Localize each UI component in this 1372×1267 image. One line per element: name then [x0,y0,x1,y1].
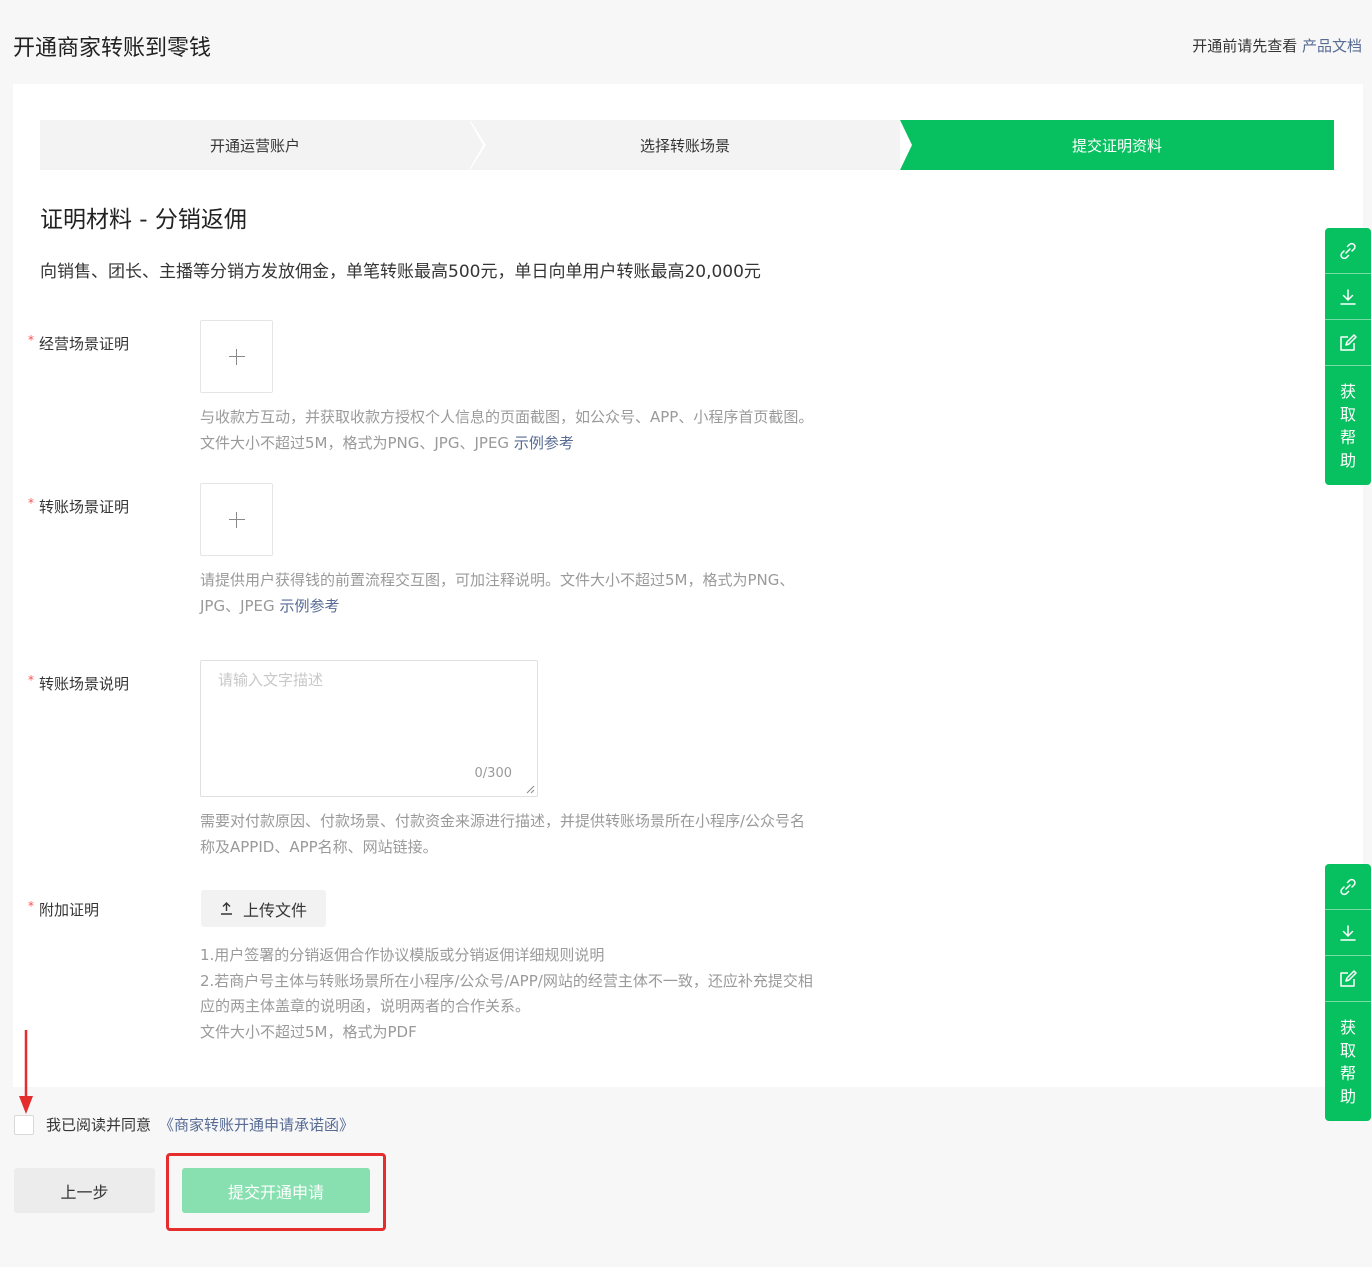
get-help-button[interactable]: 获 取 帮 助 [1325,1002,1371,1121]
share-link-button[interactable] [1325,228,1371,274]
get-help-button[interactable]: 获 取 帮 助 [1325,366,1371,485]
extra-proof-hint: 1.用户签署的分销返佣合作协议模版或分销返佣详细规则说明 2.若商户号主体与转账… [200,943,820,1045]
annotation-arrow-icon [19,1030,33,1114]
floating-help-bar: 获 取 帮 助 [1325,228,1371,485]
submit-application-button[interactable]: 提交开通申请 [182,1168,370,1213]
transfer-proof-hint: 请提供用户获得钱的前置流程交互图，可加注释说明。文件大小不超过5M，格式为PNG… [200,571,795,615]
required-mark: * [28,899,34,913]
page-title: 开通商家转账到零钱 [13,36,212,61]
upload-file-button[interactable]: 上传文件 [201,890,326,927]
agreement-text: 我已阅读并同意 [46,1116,152,1134]
section-title: 证明材料 - 分销返佣 [40,207,247,233]
hint-line: 2.若商户号主体与转账场景所在小程序/公众号/APP/网站的经营主体不一致，还应… [200,971,813,1016]
char-counter: 0/300 [474,766,512,781]
step-open-account: 开通运营账户 [40,120,486,170]
example-link[interactable]: 示例参考 [514,434,574,452]
download-icon [1340,288,1356,305]
download-button[interactable] [1325,910,1371,956]
feedback-button[interactable] [1325,320,1371,366]
product-doc-link[interactable]: 产品文档 [1302,37,1362,55]
hint-line: 文件大小不超过5M，格式为PDF [200,1022,417,1041]
section-description: 向销售、团长、主播等分销方发放佣金，单笔转账最高500元，单日向单用户转账最高2… [40,262,761,282]
step-label: 提交证明资料 [1071,136,1162,155]
edit-icon [1340,333,1357,351]
agreement-link[interactable]: 《商家转账开通申请承诺函》 [159,1114,354,1135]
plus-icon [228,511,245,528]
extra-proof-label: * 附加证明 [28,899,100,919]
doc-hint-text: 开通前请先查看 [1192,37,1298,55]
step-label: 开通运营账户 [209,136,300,155]
step-progress: 开通运营账户 选择转账场景 提交证明资料 [40,120,1334,170]
required-mark: * [28,496,34,510]
business-proof-label: * 经营场景证明 [28,333,130,353]
step-label: 选择转账场景 [639,136,730,155]
plus-icon [228,348,245,365]
floating-help-bar-secondary: 获 取 帮 助 [1325,864,1371,1121]
example-link[interactable]: 示例参考 [279,597,339,615]
link-icon [1340,878,1356,895]
feedback-button[interactable] [1325,956,1371,1002]
resize-handle-icon[interactable] [526,785,535,794]
business-proof-upload[interactable] [200,320,273,393]
prev-step-button[interactable]: 上一步 [14,1168,155,1213]
transfer-proof-upload[interactable] [200,483,273,556]
required-mark: * [28,673,34,687]
download-icon [1340,924,1356,941]
step-submit-proof: 提交证明资料 [900,120,1334,170]
edit-icon [1340,969,1357,987]
transfer-desc-label: * 转账场景说明 [28,673,130,693]
transfer-desc-box: 0/300 [200,660,538,797]
upload-icon [220,902,232,915]
transfer-desc-hint: 需要对付款原因、付款场景、付款资金来源进行描述，并提供转账场景所在小程序/公众号… [200,812,806,856]
download-button[interactable] [1325,274,1371,320]
step-select-scene: 选择转账场景 [470,120,900,170]
agreement-row: 我已阅读并同意 《商家转账开通申请承诺函》 [14,1114,354,1135]
link-icon [1340,242,1356,259]
required-mark: * [28,333,34,347]
agreement-checkbox[interactable] [14,1114,34,1135]
doc-hint: 开通前请先查看 产品文档 [1192,35,1362,56]
transfer-proof-label: * 转账场景证明 [28,496,130,516]
share-link-button[interactable] [1325,864,1371,910]
hint-line: 1.用户签署的分销返佣合作协议模版或分销返佣详细规则说明 [200,946,605,964]
business-proof-hint: 与收款方互动，并获取收款方授权个人信息的页面截图，如公众号、APP、小程序首页截… [200,408,814,452]
upload-button-label: 上传文件 [242,900,307,920]
